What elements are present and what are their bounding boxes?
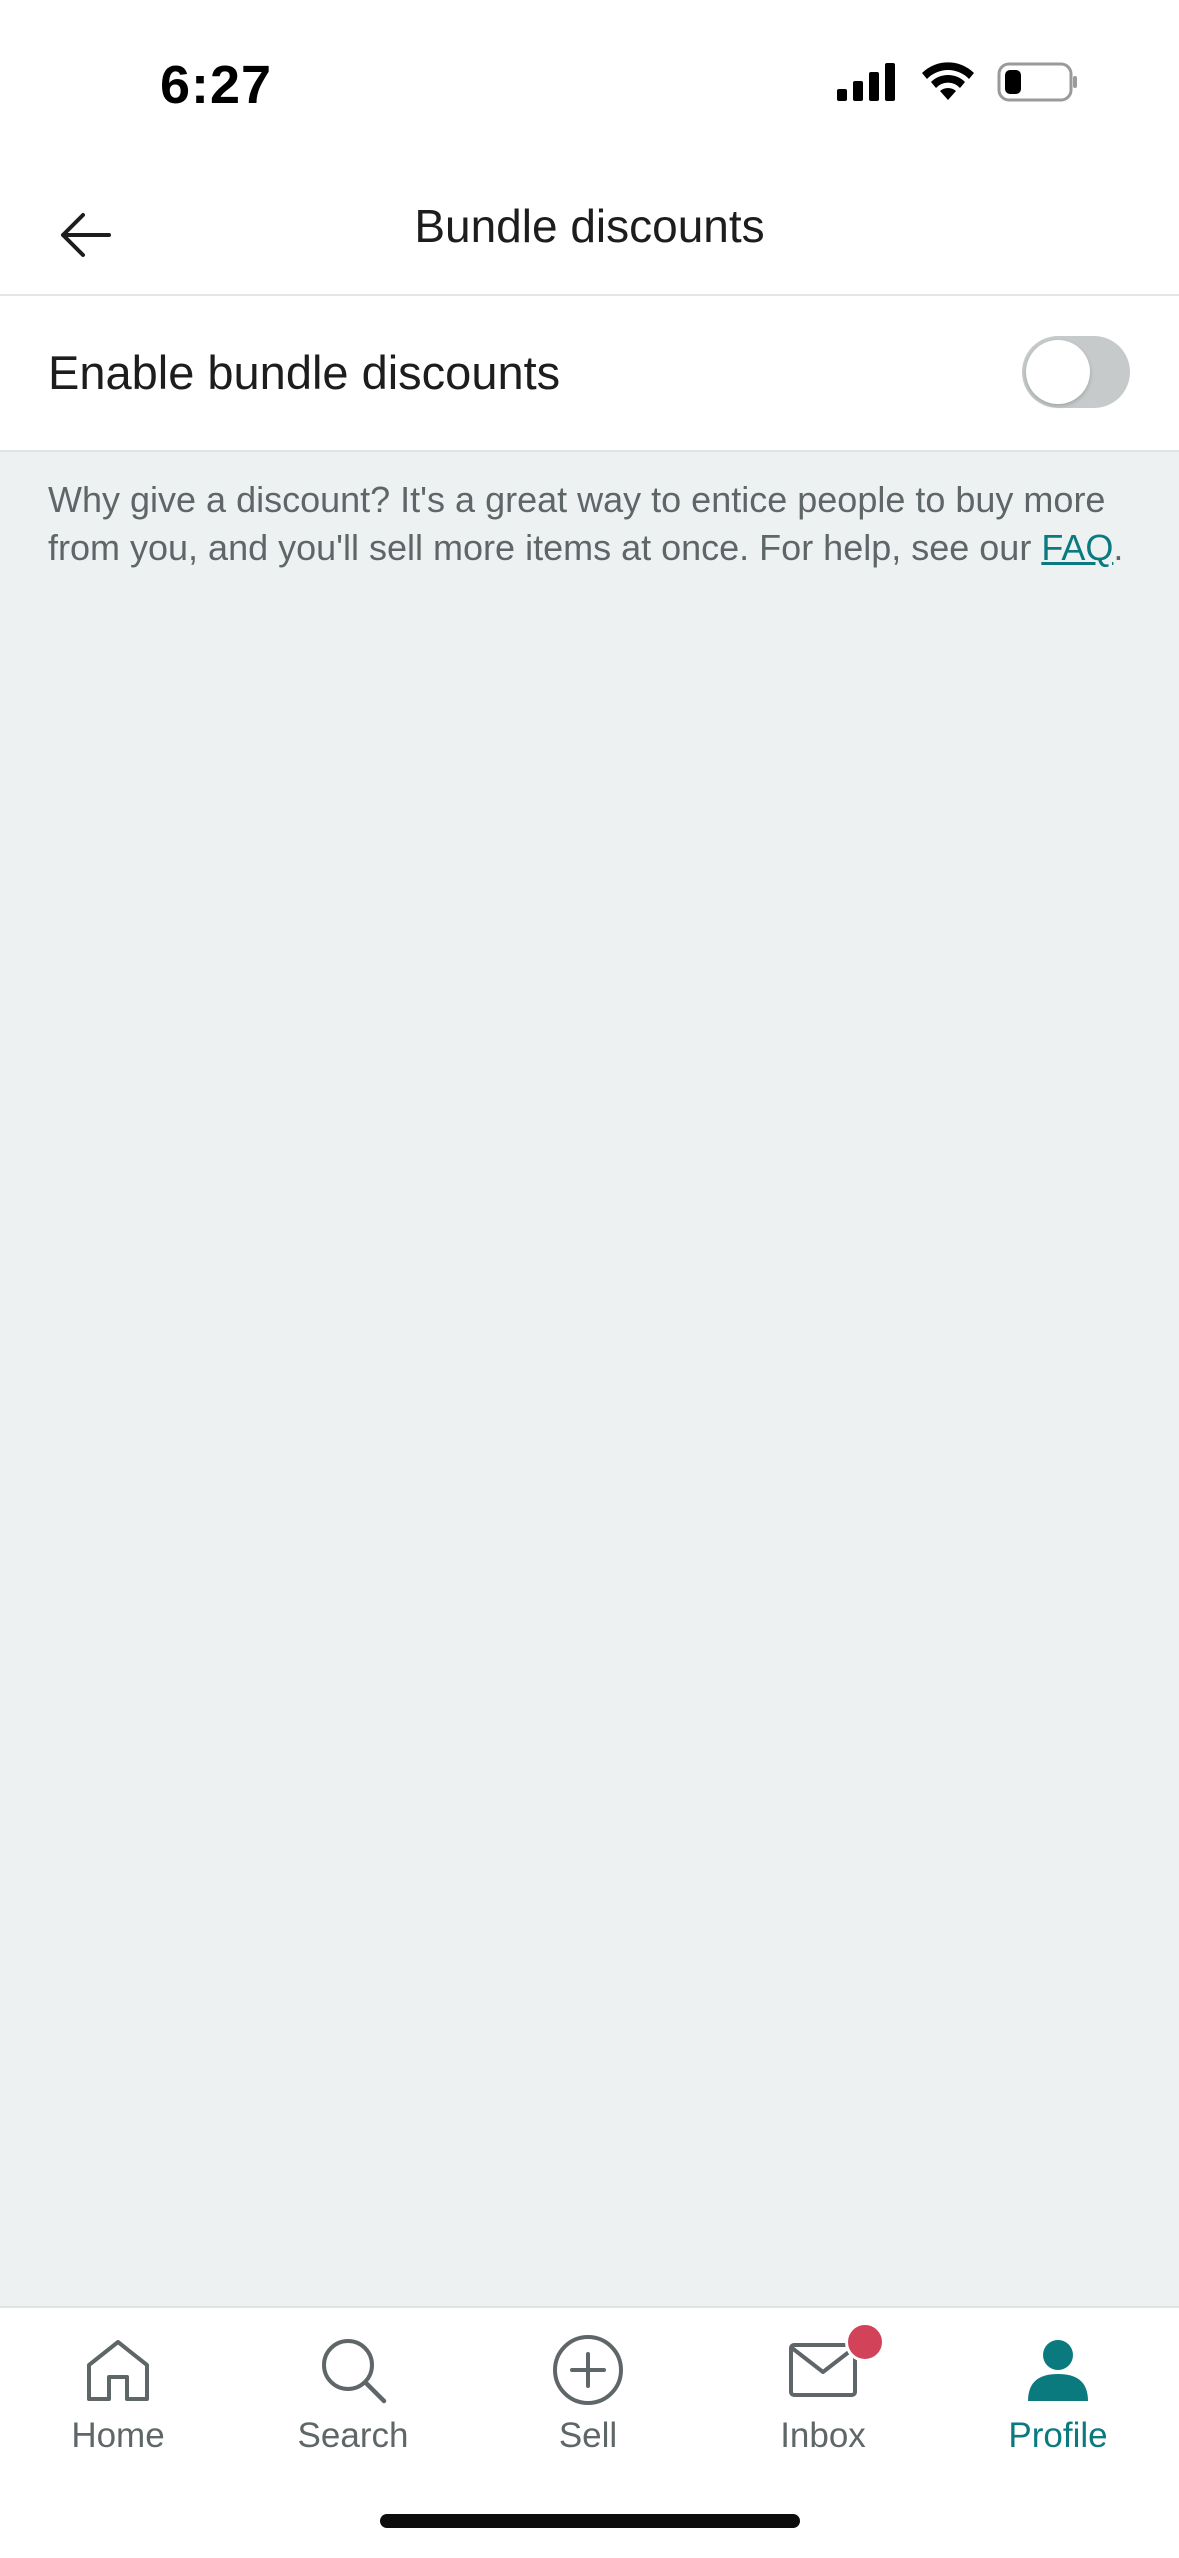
wifi-icon — [922, 62, 974, 100]
toggle-label: Enable bundle discounts — [48, 346, 561, 399]
arrow-left-icon — [61, 213, 111, 257]
status-bar: 6:27 — [0, 0, 1179, 170]
tab-sell-label: Sell — [558, 2416, 618, 2455]
status-time: 6:27 — [160, 55, 273, 115]
nav-header: Bundle discounts — [0, 170, 1179, 296]
tab-sell[interactable]: Sell — [470, 2308, 706, 2478]
toggle-knob — [1026, 340, 1090, 404]
tab-search-label: Search — [297, 2416, 409, 2455]
cellular-signal-icon — [837, 63, 895, 101]
tab-inbox-label: Inbox — [780, 2416, 866, 2455]
person-icon — [1028, 2340, 1088, 2401]
help-text-end: . — [1113, 527, 1124, 568]
status-icons — [837, 62, 1079, 102]
enable-bundle-discounts-toggle[interactable] — [1022, 336, 1130, 408]
enable-bundle-discounts-row: Enable bundle discounts — [0, 296, 1179, 452]
tab-home[interactable]: Home — [0, 2308, 236, 2478]
battery-icon — [997, 62, 1077, 102]
home-icon — [87, 2340, 149, 2401]
tab-search[interactable]: Search — [235, 2308, 471, 2478]
tab-profile[interactable]: Profile — [940, 2308, 1176, 2478]
page-title: Bundle discounts — [414, 200, 765, 252]
help-text: Why give a discount? It's a great way to… — [48, 476, 1138, 572]
tab-inbox[interactable]: Inbox — [705, 2308, 941, 2478]
search-icon — [322, 2339, 387, 2404]
back-button[interactable] — [40, 190, 130, 280]
help-text-body: Why give a discount? It's a great way to… — [48, 479, 1106, 568]
plus-circle-icon — [553, 2335, 623, 2405]
home-indicator — [380, 2514, 800, 2528]
inbox-badge — [845, 2322, 885, 2362]
tab-home-label: Home — [71, 2416, 165, 2455]
tab-profile-label: Profile — [1008, 2416, 1108, 2455]
faq-link[interactable]: FAQ — [1041, 527, 1113, 568]
